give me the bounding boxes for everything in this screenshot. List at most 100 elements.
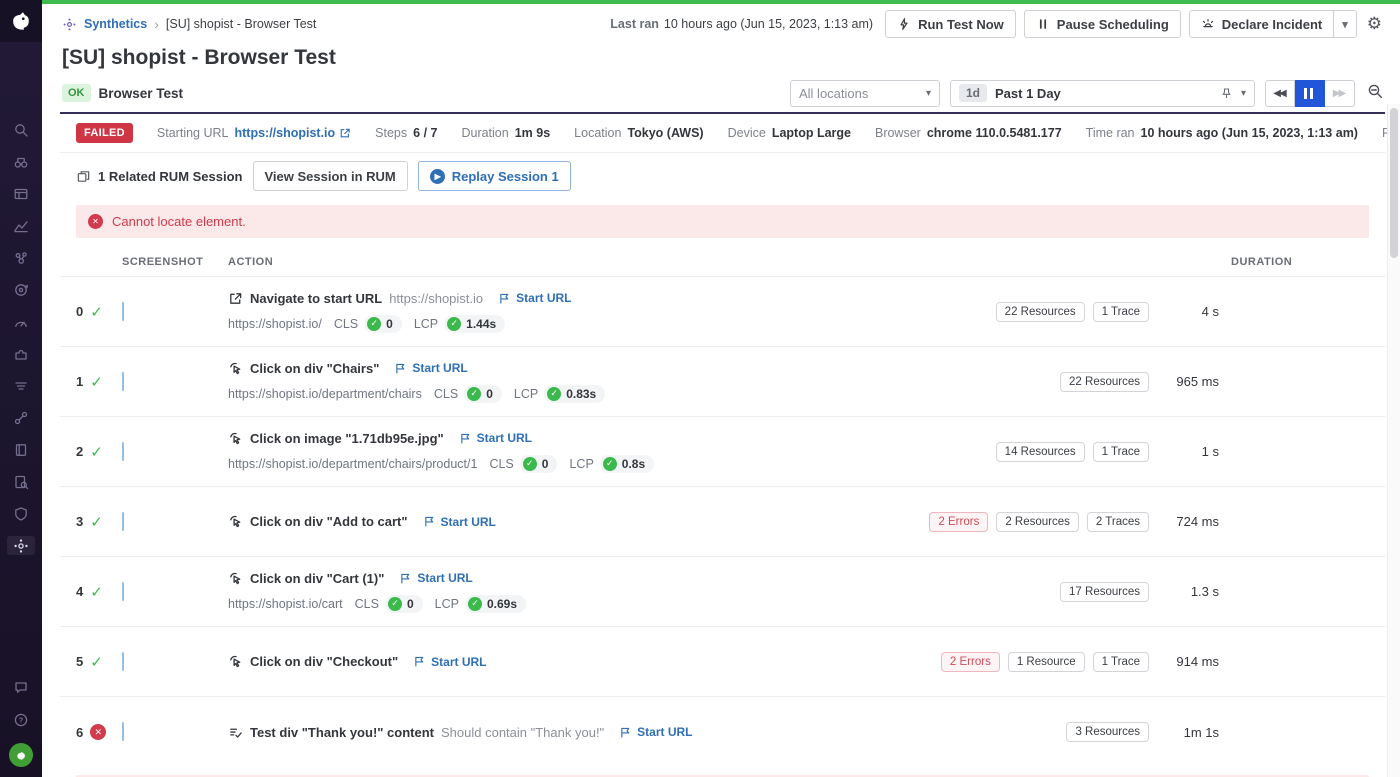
step-row-3[interactable]: 3 ✓ Click on div "Add to cart" Start URL… [60, 487, 1385, 557]
lcp-metric: LCP✓0.8s [569, 455, 654, 473]
declare-incident-button[interactable]: Declare Incident [1189, 10, 1334, 38]
step-number: 4 [76, 584, 83, 599]
step-row-0[interactable]: 0 ✓ Navigate to start URL https://shopis… [60, 277, 1385, 347]
resources-badge[interactable]: 2 Resources [996, 512, 1079, 532]
start-url-link[interactable]: Start URL [399, 571, 472, 585]
start-url-link[interactable]: Start URL [619, 725, 692, 739]
resources-badge[interactable]: 3 Resources [1066, 722, 1149, 742]
traces-badge[interactable]: 2 Traces [1087, 512, 1149, 532]
step-screenshot[interactable] [122, 582, 124, 601]
step-row-6[interactable]: 6 ✕ Test div "Thank you!" content Should… [60, 697, 1385, 767]
lcp-metric: LCP✓0.69s [435, 595, 526, 613]
range-label: Past 1 Day [995, 86, 1061, 101]
help-icon[interactable]: ? [7, 710, 35, 729]
ci-visibility-icon[interactable] [7, 280, 35, 299]
start-url-link[interactable]: Start URL [394, 361, 467, 375]
step-title: Navigate to start URL [250, 291, 382, 306]
resources-badge[interactable]: 22 Resources [996, 302, 1085, 322]
step-screenshot[interactable] [122, 372, 124, 391]
incident-caret-button[interactable]: ▾ [1334, 10, 1357, 38]
breadcrumb-synthetics[interactable]: Synthetics [84, 17, 147, 31]
step-row-2[interactable]: 2 ✓ Click on image "1.71db95e.jpg" Start… [60, 417, 1385, 487]
user-avatar[interactable] [9, 743, 33, 767]
apm-icon[interactable] [7, 248, 35, 267]
security-icon[interactable] [7, 504, 35, 523]
scrollbar-thumb[interactable] [1390, 108, 1398, 258]
start-url-link[interactable]: Start URL [459, 431, 532, 445]
search-icon[interactable] [7, 120, 35, 139]
dashboards-icon[interactable] [7, 184, 35, 203]
replay-session-button[interactable]: ▶ Replay Session 1 [418, 161, 571, 191]
chat-icon[interactable] [7, 677, 35, 696]
gear-icon: ⚙ [1367, 14, 1382, 33]
log-explorer-icon[interactable] [7, 472, 35, 491]
breadcrumb: Synthetics › [SU] shopist - Browser Test… [62, 4, 1384, 44]
step-screenshot[interactable] [122, 442, 124, 461]
integrations-icon[interactable] [7, 344, 35, 363]
last-ran: Last ran10 hours ago (Jun 15, 2023, 1:13… [610, 17, 873, 31]
metrics-icon[interactable] [7, 216, 35, 235]
locations-select[interactable]: All locations ▾ [790, 80, 940, 107]
header-screenshot: SCREENSHOT [122, 256, 228, 268]
errors-badge[interactable]: 2 Errors [929, 512, 988, 532]
related-rum-session: 1 Related RUM Session [76, 169, 243, 184]
resources-badge[interactable]: 17 Resources [1060, 582, 1149, 602]
synthetics-icon[interactable] [7, 536, 35, 555]
vertical-scrollbar[interactable] [1387, 104, 1400, 777]
run-test-now-button[interactable]: Run Test Now [885, 10, 1016, 38]
step-subtitle: Should contain "Thank you!" [441, 725, 604, 740]
settings-gear-button[interactable]: ⚙ [1365, 14, 1384, 34]
magnifier-minus-icon [1367, 83, 1384, 100]
cls-metric: CLS✓0 [355, 595, 423, 613]
trace-badge[interactable]: 1 Trace [1093, 652, 1149, 672]
step-screenshot[interactable] [122, 722, 124, 741]
pin-icon[interactable] [1220, 87, 1233, 100]
logs-icon[interactable] [7, 376, 35, 395]
steps-field: Steps6 / 7 [375, 126, 437, 140]
time-ran-field: Time ran10 hours ago (Jun 15, 2023, 1:13… [1086, 126, 1358, 140]
pause-icon [1036, 17, 1050, 31]
step-number: 6 [76, 725, 83, 740]
notebooks-icon[interactable] [7, 440, 35, 459]
pause-scheduling-button[interactable]: Pause Scheduling [1024, 10, 1181, 38]
bolt-icon [897, 17, 911, 31]
flag-icon [413, 655, 426, 668]
step-screenshot[interactable] [122, 512, 124, 531]
resource-badge[interactable]: 1 Resource [1008, 652, 1085, 672]
step-title: Click on div "Checkout" [250, 654, 398, 669]
time-range-select[interactable]: 1d Past 1 Day ▾ [950, 80, 1255, 107]
pause-playback-button[interactable] [1295, 80, 1325, 107]
pipelines-icon[interactable] [7, 408, 35, 427]
start-url-link[interactable]: Start URL [413, 655, 486, 669]
start-url-link[interactable]: Start URL [423, 515, 496, 529]
step-row-1[interactable]: 1 ✓ Click on div "Chairs" Start URL http… [60, 347, 1385, 417]
step-row-4[interactable]: 4 ✓ Click on div "Cart (1)" Start URL ht… [60, 557, 1385, 627]
zoom-out-button[interactable] [1367, 83, 1384, 103]
datadog-dog-icon [8, 8, 34, 34]
start-url-link[interactable]: Start URL [498, 291, 571, 305]
error-x-icon: ✕ [88, 214, 103, 229]
starting-url-field: Starting URL https://shopist.io [157, 126, 351, 140]
step-number: 3 [76, 514, 83, 529]
step-row-5[interactable]: 5 ✓ Click on div "Checkout" Start URL 2 … [60, 627, 1385, 697]
step-screenshot[interactable] [122, 652, 124, 671]
fast-forward-button[interactable]: ▶▶ [1325, 80, 1355, 107]
rum-sessions-icon [76, 169, 91, 184]
monitors-gauge-icon[interactable] [7, 312, 35, 331]
step-duration: 4 s [1149, 304, 1219, 319]
view-session-in-rum-button[interactable]: View Session in RUM [253, 161, 408, 191]
resources-badge[interactable]: 22 Resources [1060, 372, 1149, 392]
step-screenshot[interactable] [122, 302, 124, 321]
header-action: ACTION [228, 256, 819, 268]
starting-url-link[interactable]: https://shopist.io [234, 126, 351, 140]
watchdog-icon[interactable] [7, 152, 35, 171]
lcp-metric: LCP✓0.83s [514, 385, 605, 403]
resources-badge[interactable]: 14 Resources [996, 442, 1085, 462]
trace-badge[interactable]: 1 Trace [1093, 302, 1149, 322]
trace-badge[interactable]: 1 Trace [1093, 442, 1149, 462]
tab-browser-test[interactable]: Browser Test [99, 86, 184, 101]
datadog-logo[interactable] [0, 0, 42, 42]
rewind-button[interactable]: ◀◀ [1265, 80, 1295, 107]
assertion-icon [228, 725, 243, 740]
errors-badge[interactable]: 2 Errors [941, 652, 1000, 672]
